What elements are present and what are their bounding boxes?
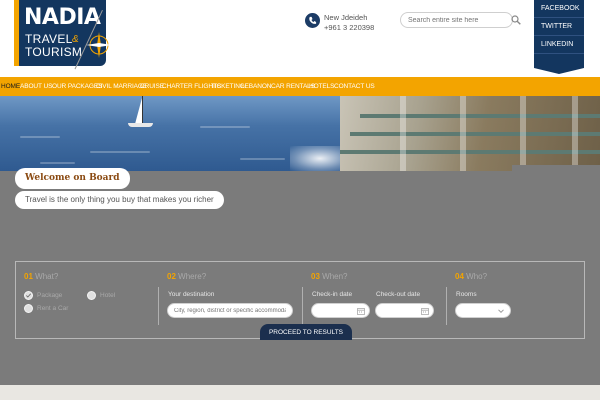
hotel-radio[interactable]: [87, 291, 96, 300]
hotel-label: Hotel: [100, 292, 116, 299]
header: NADIA TRAVEL & TOURISM New Jdeideh +961 …: [0, 0, 600, 77]
contact-phone[interactable]: +961 3 220398: [324, 23, 374, 32]
search-input[interactable]: [400, 12, 513, 28]
nav-cruise[interactable]: CRUISE: [140, 77, 164, 96]
proceed-to-results-button[interactable]: PROCEED TO RESULTS: [260, 324, 352, 340]
destination-label: Your destination: [168, 291, 215, 298]
package-label: Package: [37, 292, 63, 299]
phone-icon: [305, 13, 320, 28]
main-nav: HOME ABOUT US OUR PACKAGES CIVIL MARRIAG…: [0, 77, 600, 96]
social-links-panel: FACEBOOK TWITTER LINKEDIN: [534, 0, 584, 68]
step-when: 03 When?: [311, 272, 348, 281]
social-link-linkedin[interactable]: LINKEDIN: [534, 36, 584, 54]
hero-banner: [0, 96, 600, 171]
logo-subtitle-tourism: TOURISM: [25, 45, 83, 59]
social-panel-tip: [534, 68, 584, 74]
rent-a-car-radio[interactable]: [24, 304, 33, 313]
nav-ticketing[interactable]: TICKETING: [211, 77, 245, 96]
sailboat-mast: [142, 96, 143, 124]
nav-our-packages[interactable]: OUR PACKAGES: [52, 77, 102, 96]
compass-icon: [86, 32, 112, 58]
social-link-twitter[interactable]: TWITTER: [534, 18, 584, 36]
calendar-icon[interactable]: [357, 307, 365, 315]
logo-title: NADIA: [24, 5, 101, 30]
step-what: 01 What?: [24, 272, 59, 281]
destination-input[interactable]: [167, 303, 293, 318]
welcome-tagline: Travel is the only thing you buy that ma…: [15, 191, 224, 209]
social-link-facebook[interactable]: FACEBOOK: [534, 0, 584, 18]
banner-cruise-ship: [340, 96, 600, 171]
search-icon[interactable]: [511, 15, 521, 25]
rent-a-car-label: Rent a Car: [37, 305, 69, 312]
nav-contact-us[interactable]: CONTACT US: [334, 77, 375, 96]
nav-about-us[interactable]: ABOUT US: [20, 77, 52, 96]
checkout-label: Check-out date: [376, 291, 421, 298]
nav-hotels[interactable]: HOTELS: [309, 77, 335, 96]
sailboat-hull: [128, 123, 153, 127]
rooms-label: Rooms: [456, 291, 477, 298]
column-divider: [158, 287, 159, 325]
step-where: 02 Where?: [167, 272, 207, 281]
footer-band: [0, 385, 600, 400]
chevron-down-icon: [498, 309, 504, 314]
logo-accent-bar: [14, 0, 19, 66]
column-divider: [302, 287, 303, 325]
column-divider: [446, 287, 447, 325]
sailboat-sail: [135, 98, 142, 124]
checkin-label: Check-in date: [312, 291, 353, 298]
welcome-title: Welcome on Board: [15, 168, 130, 189]
package-radio[interactable]: [24, 291, 33, 300]
contact-city: New Jdeideh: [324, 13, 368, 22]
nav-lebanon[interactable]: LEBANON: [241, 77, 271, 96]
calendar-icon[interactable]: [421, 307, 429, 315]
banner-edge: [512, 165, 600, 171]
logo-subtitle-travel: TRAVEL: [25, 32, 73, 46]
logo-ampersand: &: [72, 34, 79, 45]
nav-home[interactable]: HOME: [1, 77, 20, 96]
step-who: 04 Who?: [455, 272, 488, 281]
